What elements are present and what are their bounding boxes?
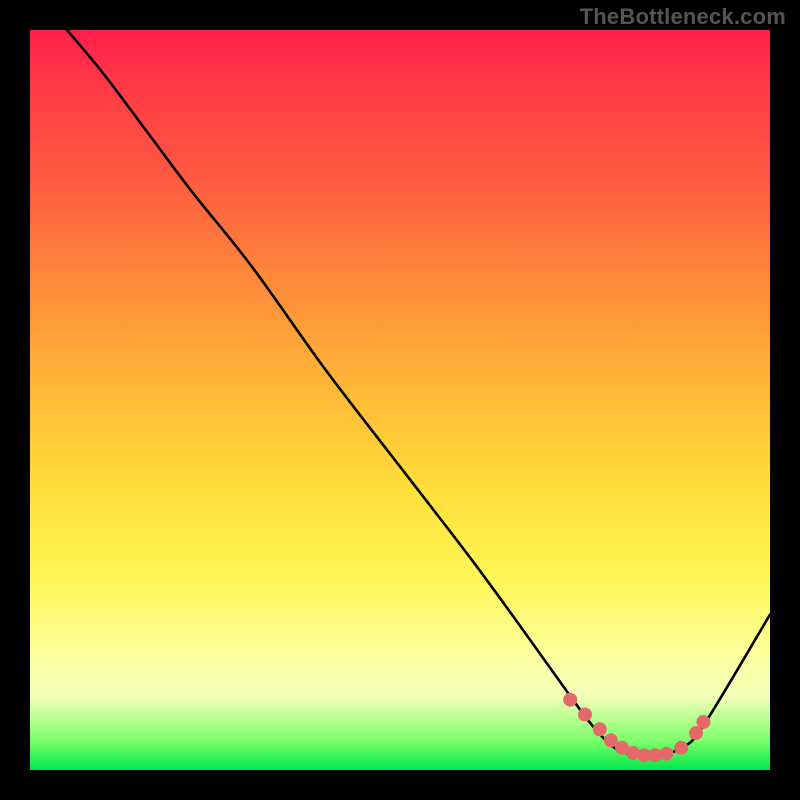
bottleneck-curve-path xyxy=(67,30,770,756)
chart-frame: TheBottleneck.com xyxy=(0,0,800,800)
valley-marker-dot xyxy=(659,747,673,761)
valley-marker-dot xyxy=(696,715,710,729)
valley-marker-dot xyxy=(578,708,592,722)
watermark-text: TheBottleneck.com xyxy=(580,4,786,30)
plot-area xyxy=(30,30,770,770)
valley-marker-dot xyxy=(563,693,577,707)
valley-marker-dot xyxy=(593,722,607,736)
valley-markers-group xyxy=(563,693,710,763)
curve-layer xyxy=(30,30,770,770)
valley-marker-dot xyxy=(674,741,688,755)
